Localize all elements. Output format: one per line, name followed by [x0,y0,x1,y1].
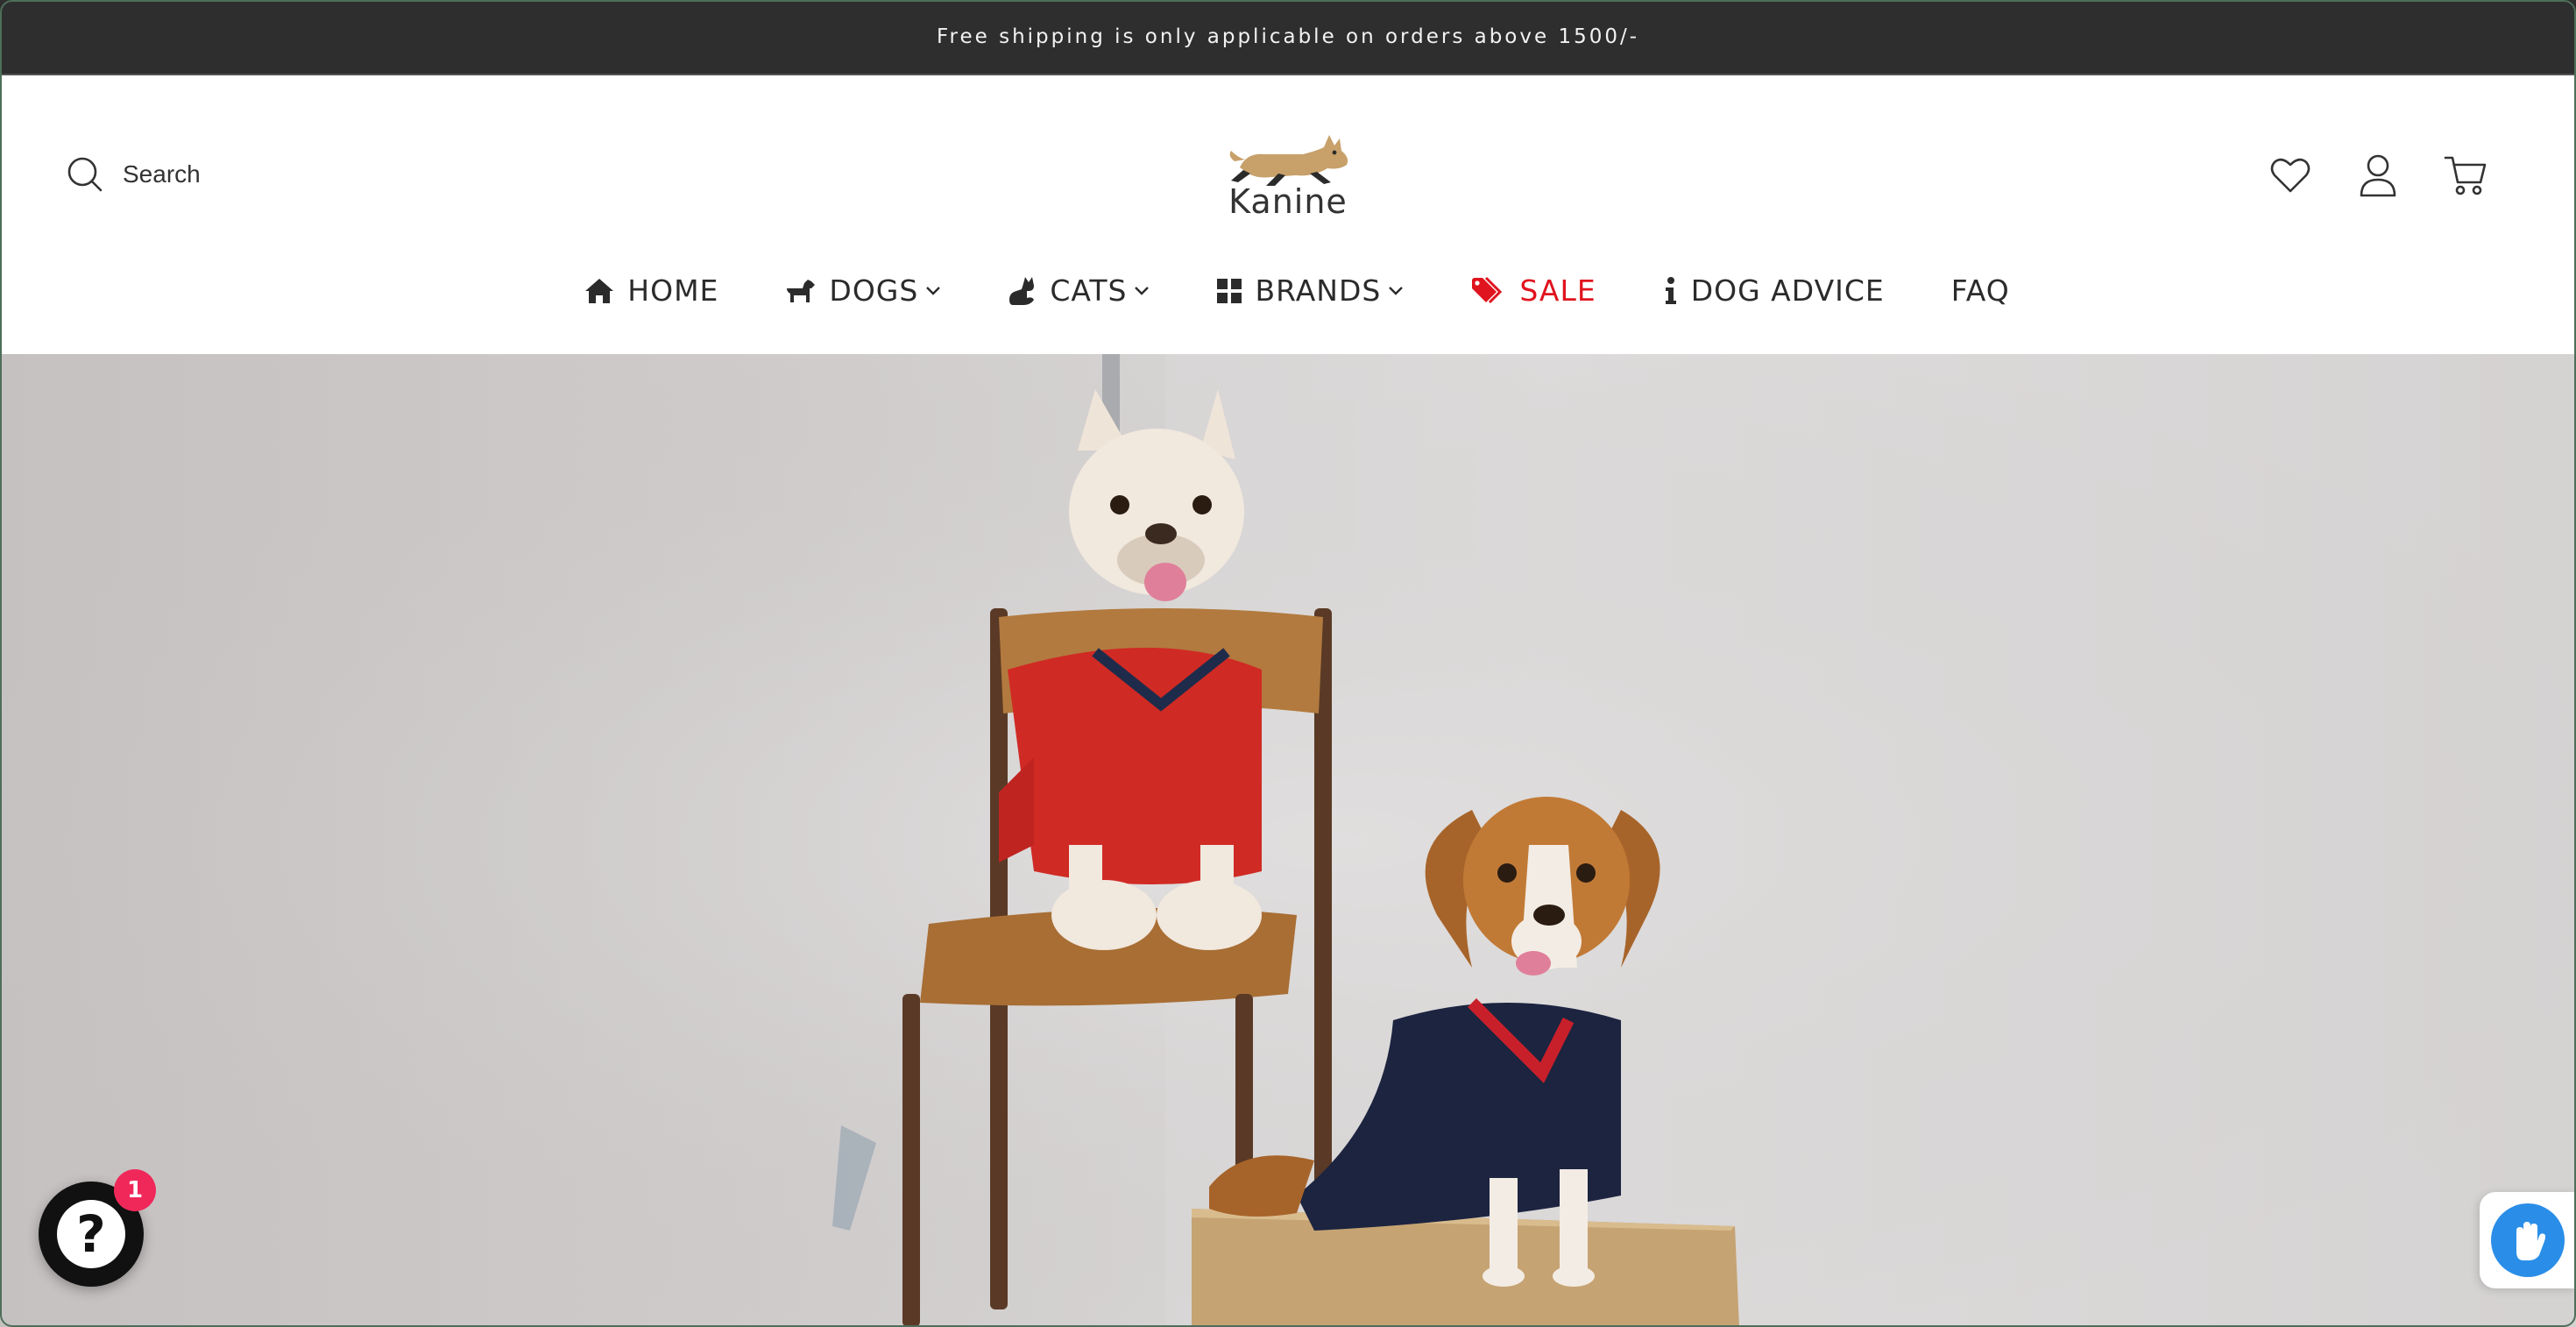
nav-item-cats[interactable]: CATS [1008,273,1150,308]
chevron-down-icon [1389,286,1404,295]
nav-label-dogs: DOGS [829,273,919,308]
nav-item-dog-advice[interactable]: DOG ADVICE [1663,273,1885,308]
hero-banner[interactable] [0,354,2576,1327]
nav-label-sale: SALE [1519,273,1596,308]
grid-icon [1217,278,1242,303]
announcement-bar: Free shipping is only applicable on orde… [0,0,2576,75]
chevron-down-icon [1135,286,1150,295]
search-trigger[interactable]: Search [67,156,201,193]
cat-icon [1009,276,1035,305]
nav-item-faq[interactable]: FAQ [1951,273,2010,308]
nav-item-brands[interactable]: BRANDS [1216,273,1404,308]
user-icon [2360,154,2396,197]
info-icon [1665,276,1676,304]
hero-image [0,354,2576,1327]
announcement-text: Free shipping is only applicable on orde… [936,25,1640,48]
nav-label-dog-advice: DOG ADVICE [1690,273,1885,308]
logo-dog-icon [1229,135,1348,186]
nav-label-home: HOME [627,273,719,308]
dog-icon [787,279,816,302]
logo[interactable]: Kanine [1222,119,1354,221]
header-actions [2268,153,2488,198]
cart-button[interactable] [2443,153,2488,198]
heart-icon [2270,158,2311,193]
tag-icon [1472,276,1503,303]
chat-notification-badge: 1 [114,1169,156,1211]
accessibility-hand-icon [2491,1203,2565,1277]
site-header: Search Kanine HOME DOGS CATS BRANDS SALE… [0,75,2576,354]
search-icon [67,157,103,192]
account-button[interactable] [2355,153,2401,198]
accessibility-widget-button[interactable] [2480,1192,2576,1288]
nav-item-dogs[interactable]: DOGS [785,273,941,308]
wooden-box [1192,1209,1739,1327]
help-question-icon: ? [57,1200,125,1268]
logo-wordmark: Kanine [1228,182,1348,221]
nav-item-sale[interactable]: SALE [1470,273,1596,308]
nav-label-faq: FAQ [1950,273,2010,308]
main-nav: HOME DOGS CATS BRANDS SALE DOG ADVICE FA… [0,273,2576,308]
nav-item-home[interactable]: HOME [584,273,718,308]
chevron-down-icon [926,286,941,295]
cart-icon [2444,156,2487,195]
search-label: Search [123,160,201,188]
nav-label-brands: BRANDS [1255,273,1382,308]
help-glyph: ? [76,1204,106,1264]
wishlist-button[interactable] [2268,153,2313,198]
nav-label-cats: CATS [1050,273,1128,308]
home-icon [585,278,614,303]
